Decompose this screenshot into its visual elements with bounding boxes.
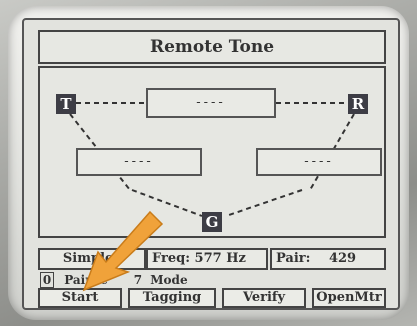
orange-arrow xyxy=(82,210,164,292)
arrow-pointer-icon xyxy=(82,210,164,292)
